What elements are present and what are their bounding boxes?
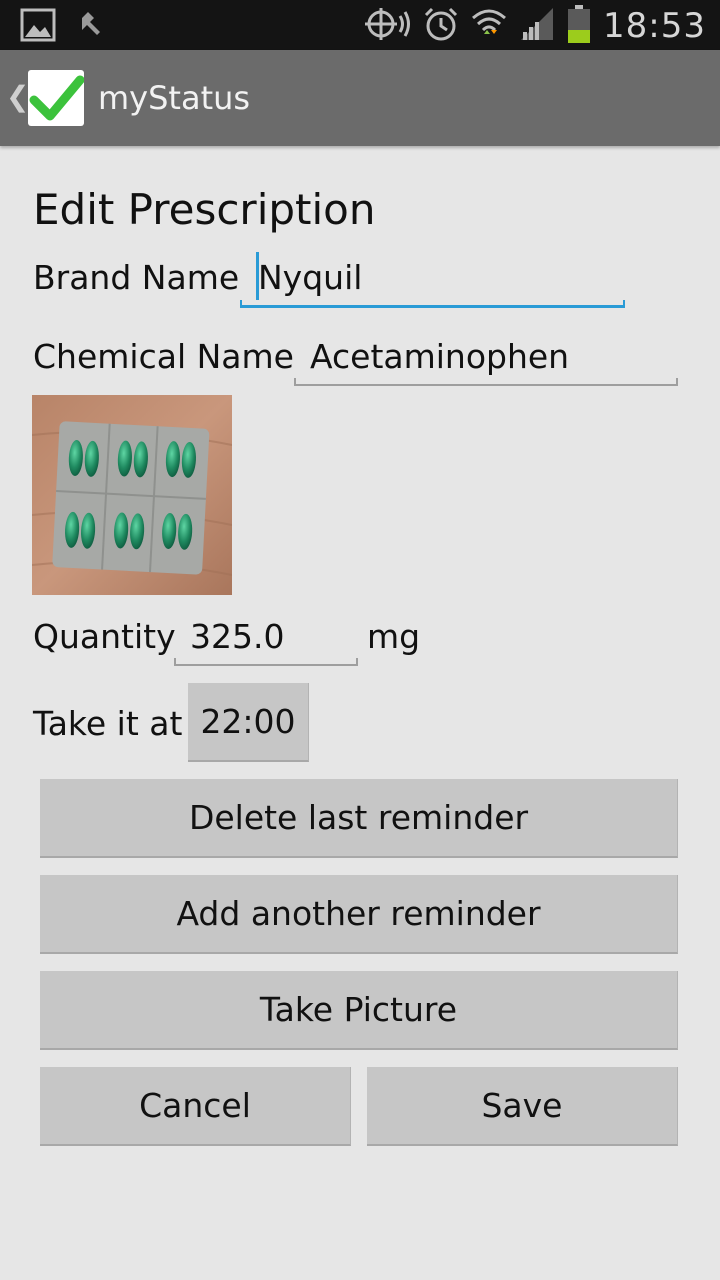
- chemical-name-value: Acetaminophen: [310, 337, 570, 376]
- wifi-icon: [471, 6, 507, 46]
- take-picture-button[interactable]: Take Picture: [40, 971, 678, 1050]
- back-chevron-icon[interactable]: ❮: [6, 80, 29, 114]
- pill-blister-image: [32, 395, 232, 595]
- status-bar: 18:53: [0, 0, 720, 50]
- field-underline: [240, 300, 625, 308]
- chemical-name-field[interactable]: Acetaminophen: [294, 331, 678, 386]
- battery-icon: [567, 4, 591, 48]
- action-bar: ❮ myStatus: [0, 50, 720, 146]
- field-underline: [294, 378, 678, 386]
- quantity-label: Quantity: [33, 617, 176, 656]
- brand-name-field[interactable]: Nyquil: [240, 252, 625, 308]
- quantity-field[interactable]: 325.0: [174, 611, 358, 666]
- tools-icon: [76, 10, 106, 44]
- brand-name-value: Nyquil: [258, 258, 363, 297]
- clock: 18:53: [603, 6, 706, 46]
- page-title: Edit Prescription: [33, 185, 376, 234]
- quantity-unit: mg: [367, 617, 421, 656]
- add-another-reminder-button[interactable]: Add another reminder: [40, 875, 678, 954]
- quantity-value: 325.0: [190, 617, 285, 656]
- text-cursor: [256, 252, 259, 300]
- signal-icon: [519, 6, 555, 46]
- field-underline: [174, 658, 358, 666]
- gps-icon: [365, 6, 411, 46]
- brand-name-label: Brand Name: [33, 258, 240, 297]
- save-button[interactable]: Save: [367, 1067, 678, 1146]
- gallery-icon: [20, 8, 56, 46]
- time-picker-button[interactable]: 22:00: [188, 683, 309, 762]
- chemical-name-label: Chemical Name: [33, 337, 294, 376]
- delete-last-reminder-button[interactable]: Delete last reminder: [40, 779, 678, 858]
- take-time-label: Take it at: [33, 704, 183, 743]
- app-title: myStatus: [98, 79, 251, 117]
- cancel-button[interactable]: Cancel: [40, 1067, 351, 1146]
- checkmark-icon[interactable]: [28, 70, 85, 126]
- alarm-icon: [423, 6, 459, 46]
